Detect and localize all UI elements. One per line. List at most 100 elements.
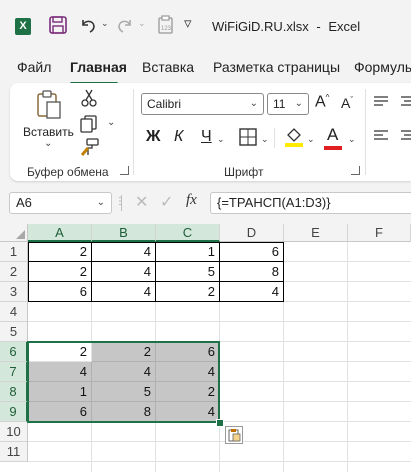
- font-name-value: Calibri: [147, 97, 182, 111]
- cell-a7[interactable]: 4: [28, 362, 92, 382]
- name-box-value: A6: [16, 195, 32, 210]
- fill-color-dropdown-icon[interactable]: ⌄: [307, 134, 315, 145]
- paste-options-button[interactable]: [225, 426, 243, 444]
- column-header-b[interactable]: B: [92, 224, 156, 242]
- name-box-chevron-icon[interactable]: ⌄: [97, 193, 105, 213]
- calculator-icon[interactable]: 123: [157, 15, 175, 35]
- format-painter-icon[interactable]: [81, 138, 99, 156]
- ribbon-separator: [274, 128, 275, 148]
- cell-c6[interactable]: 6: [156, 342, 220, 362]
- name-box[interactable]: A6 ⌄: [9, 192, 112, 214]
- borders-icon[interactable]: [239, 128, 257, 146]
- font-name-select[interactable]: Calibri ⌄: [141, 93, 264, 115]
- save-icon[interactable]: [49, 16, 67, 34]
- cell-c2[interactable]: 5: [156, 262, 220, 282]
- clipboard-group-label: Буфер обмена: [27, 165, 109, 179]
- align-left-icon[interactable]: [373, 129, 389, 143]
- formula-bar-handle-icon[interactable]: ⋮: [115, 196, 125, 207]
- row-header-10[interactable]: 10: [0, 422, 28, 442]
- select-all-button[interactable]: [0, 224, 28, 242]
- cell-b1[interactable]: 4: [92, 242, 156, 262]
- align-top-icon[interactable]: [373, 95, 389, 109]
- font-color-button[interactable]: A: [327, 125, 338, 145]
- row-header-4[interactable]: 4: [0, 302, 28, 322]
- tab-file[interactable]: Файл: [17, 59, 51, 75]
- font-dialog-launcher-icon[interactable]: [351, 166, 360, 175]
- increase-font-size-icon[interactable]: A^: [315, 93, 329, 111]
- row-header-2[interactable]: 2: [0, 262, 28, 282]
- row-header-9[interactable]: 9: [0, 402, 28, 422]
- enter-icon[interactable]: ✓: [160, 192, 173, 212]
- cell-c9[interactable]: 4: [156, 402, 220, 422]
- column-header-a[interactable]: A: [28, 224, 92, 242]
- row-header-7[interactable]: 7: [0, 362, 28, 382]
- cell-d1[interactable]: 6: [220, 242, 284, 262]
- bold-button[interactable]: Ж: [146, 128, 160, 146]
- borders-dropdown-icon[interactable]: ⌄: [261, 134, 269, 145]
- row-header-3[interactable]: 3: [0, 282, 28, 302]
- cell-a8[interactable]: 1: [28, 382, 92, 402]
- underline-button[interactable]: Ч: [201, 128, 212, 146]
- column-header-f[interactable]: F: [348, 224, 411, 242]
- cell-c1[interactable]: 1: [156, 242, 220, 262]
- column-header-c[interactable]: C: [156, 224, 220, 242]
- cell-a2[interactable]: 2: [28, 262, 92, 282]
- cell-c3[interactable]: 2: [156, 282, 220, 302]
- italic-button[interactable]: К: [174, 128, 183, 146]
- paste-icon[interactable]: [35, 90, 63, 120]
- ribbon-separator: [133, 89, 134, 175]
- fill-handle[interactable]: [216, 419, 224, 427]
- undo-dropdown-chevron-icon[interactable]: ⌄: [101, 18, 109, 29]
- insert-function-button[interactable]: fx: [186, 192, 197, 209]
- column-header-e[interactable]: E: [284, 224, 348, 242]
- tab-page-layout[interactable]: Разметка страницы: [213, 59, 340, 75]
- undo-icon[interactable]: [79, 16, 97, 34]
- tab-insert[interactable]: Вставка: [142, 59, 194, 75]
- font-color-swatch: [324, 146, 342, 150]
- cell-a9[interactable]: 6: [28, 402, 92, 422]
- cell-b2[interactable]: 4: [92, 262, 156, 282]
- cell-b6[interactable]: 2: [92, 342, 156, 362]
- column-header-d[interactable]: D: [220, 224, 284, 242]
- font-size-select[interactable]: 11 ⌄: [267, 93, 309, 115]
- font-group-label: Шрифт: [224, 165, 264, 179]
- customize-toolbar-icon[interactable]: ▿: [184, 14, 192, 32]
- row-header-1[interactable]: 1: [0, 242, 28, 262]
- tab-home[interactable]: Главная: [70, 59, 127, 75]
- cell-d2[interactable]: 8: [220, 262, 284, 282]
- align-center-icon[interactable]: [400, 129, 411, 143]
- paste-button-label[interactable]: Вставить: [23, 125, 74, 139]
- cell-b7[interactable]: 4: [92, 362, 156, 382]
- row-header-6[interactable]: 6: [0, 342, 28, 362]
- copy-dropdown-icon[interactable]: ⌄: [107, 117, 115, 128]
- cell-a6[interactable]: 2: [28, 342, 92, 362]
- row-header-5[interactable]: 5: [0, 322, 28, 342]
- cell-d3[interactable]: 4: [220, 282, 284, 302]
- font-size-value: 11: [273, 97, 286, 111]
- redo-icon[interactable]: [116, 16, 134, 34]
- row-header-8[interactable]: 8: [0, 382, 28, 402]
- cut-icon[interactable]: [81, 89, 97, 107]
- fill-color-icon[interactable]: [284, 126, 304, 148]
- cell-a1[interactable]: 2: [28, 242, 92, 262]
- redo-dropdown-chevron-icon[interactable]: ⌄: [138, 18, 146, 29]
- tab-formulas[interactable]: Формулы: [354, 59, 411, 75]
- formula-input[interactable]: {=ТРАНСП(A1:D3)}: [210, 192, 411, 214]
- cell-a3[interactable]: 6: [28, 282, 92, 302]
- paste-dropdown-icon[interactable]: ⌄: [44, 138, 52, 149]
- ribbon-separator: [365, 89, 366, 175]
- font-color-dropdown-icon[interactable]: ⌄: [348, 134, 356, 145]
- cell-c8[interactable]: 2: [156, 382, 220, 402]
- align-middle-icon[interactable]: [400, 95, 411, 109]
- cell-b8[interactable]: 5: [92, 382, 156, 402]
- underline-dropdown-icon[interactable]: ⌄: [217, 134, 225, 145]
- cancel-icon[interactable]: ✕: [135, 192, 148, 212]
- cell-c7[interactable]: 4: [156, 362, 220, 382]
- clipboard-dialog-launcher-icon[interactable]: [120, 166, 129, 175]
- cell-b3[interactable]: 4: [92, 282, 156, 302]
- decrease-font-size-icon[interactable]: Aˇ: [341, 95, 353, 111]
- copy-icon[interactable]: [80, 115, 98, 133]
- row-header-11[interactable]: 11: [0, 442, 28, 462]
- font-size-chevron-icon: ⌄: [294, 98, 303, 109]
- cell-b9[interactable]: 8: [92, 402, 156, 422]
